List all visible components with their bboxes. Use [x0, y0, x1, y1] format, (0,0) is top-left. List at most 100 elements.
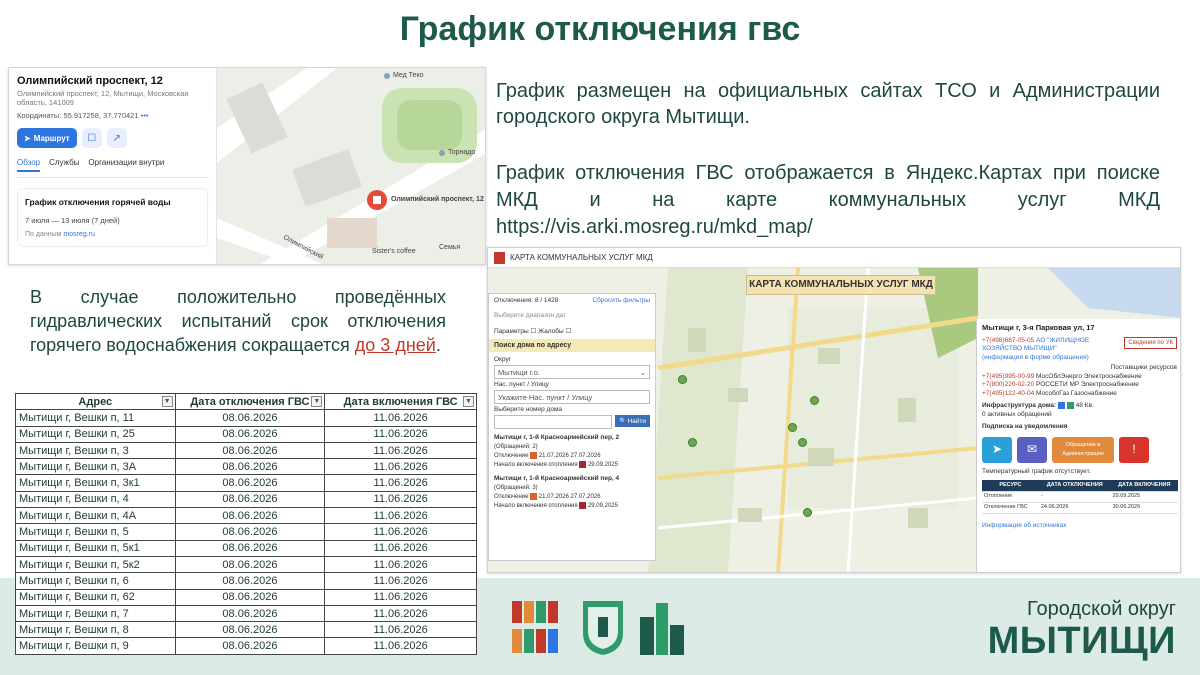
on-date-cell[interactable]: 11.06.2026 — [324, 572, 477, 590]
on-date-cell[interactable]: 11.06.2026 — [324, 539, 477, 557]
house-marker[interactable] — [803, 508, 812, 517]
off-date-cell[interactable]: 08.06.2026 — [174, 425, 326, 443]
address-cell[interactable]: Мытищи г, Вешки п, 4А — [15, 507, 176, 525]
notification-icons: ➤ ✉ Обращение в Администрацию ! — [982, 436, 1177, 463]
address-cell[interactable]: Мытищи г, Вешки п, 4 — [15, 490, 176, 509]
header-off-date[interactable]: Дата отключения ГВС ▼ — [174, 392, 326, 411]
address-cell[interactable]: Мытищи г, Вешки п, 5 — [15, 523, 176, 541]
alert-icon[interactable]: ! — [1119, 436, 1149, 463]
address-cell[interactable]: Мытищи г, Вешки п, 5к1 — [15, 539, 176, 557]
more-icon[interactable]: ••• — [141, 111, 149, 120]
header-on-date[interactable]: Дата включения ГВС ▼ — [324, 392, 477, 411]
locality-input[interactable]: Укажите Нас. пункт / Улицу — [494, 390, 650, 404]
on-date-cell[interactable]: 11.06.2026 — [324, 637, 477, 655]
search-result-2[interactable]: Мытищи г, 1-й Красноармейский пер, 4 (Об… — [494, 474, 650, 511]
telegram-icon[interactable]: ➤ — [982, 436, 1012, 463]
reset-filters-link[interactable]: Сбросить фильтры — [592, 297, 650, 304]
address-cell[interactable]: Мытищи г, Вешки п, 7 — [15, 604, 176, 623]
hot-water-schedule-block: График отключения горячей воды 7 июля — … — [17, 188, 208, 247]
address-cell[interactable]: Мытищи г, Вешки п, 3 — [15, 441, 176, 460]
search-result-1[interactable]: Мытищи г, 1-й Красноармейский пер, 2 (Об… — [494, 433, 650, 470]
find-button[interactable]: 🔍Найти — [615, 415, 650, 427]
date-range-field[interactable]: Выберите диапазон дат — [494, 312, 650, 319]
route-button[interactable]: ➤ Маршрут — [17, 128, 77, 148]
off-date-cell[interactable]: 08.06.2026 — [174, 588, 326, 606]
off-date-cell[interactable]: 08.06.2026 — [174, 523, 326, 541]
address-cell[interactable]: Мытищи г, Вешки п, 5к2 — [15, 555, 176, 574]
off-date-cell[interactable]: 08.06.2026 — [174, 539, 326, 557]
params-checkbox-label[interactable]: Параметры — [494, 328, 529, 335]
uk-link[interactable]: (информация в форме обращения) — [982, 354, 1089, 361]
on-date-cell[interactable]: 11.06.2026 — [324, 425, 477, 443]
off-date-cell[interactable]: 08.06.2026 — [174, 441, 326, 460]
supplier-phone[interactable]: +7(495)122-40-04 — [982, 390, 1034, 397]
address-cell[interactable]: Мытищи г, Вешки п, 11 — [15, 409, 176, 427]
off-date-cell[interactable]: 08.06.2026 — [174, 474, 326, 492]
address-cell[interactable]: Мытищи г, Вешки п, 6 — [15, 572, 176, 590]
off-date-cell[interactable]: 08.06.2026 — [174, 637, 326, 655]
on-date-cell[interactable]: 11.06.2026 — [324, 409, 477, 427]
off-date-cell[interactable]: 08.06.2026 — [174, 621, 326, 639]
map-label-pin: Олимпийский проспект, 12 — [391, 196, 484, 203]
off-date-cell[interactable]: 08.06.2026 — [174, 555, 326, 574]
address-cell[interactable]: Мытищи г, Вешки п, 9 — [15, 637, 176, 655]
locality-label: Нас. пункт / Улицу — [494, 381, 549, 388]
address-cell[interactable]: Мытищи г, Вешки п, 8 — [15, 621, 176, 639]
house-marker[interactable] — [810, 396, 819, 405]
off-date-cell[interactable]: 08.06.2026 — [174, 458, 326, 476]
house-marker[interactable] — [688, 438, 697, 447]
on-date-cell[interactable]: 11.06.2026 — [324, 441, 477, 460]
tab-overview[interactable]: Обзор — [17, 158, 41, 172]
on-date-cell[interactable]: 11.06.2026 — [324, 458, 477, 476]
share-icon[interactable]: ↗ — [106, 128, 127, 148]
house-marker[interactable] — [678, 375, 687, 384]
on-date-cell[interactable]: 11.06.2026 — [324, 621, 477, 639]
table-row: Мытищи г, Вешки п, 3А 08.06.2026 11.06.202… — [15, 458, 477, 476]
schedule-source-link[interactable]: mosreg.ru — [63, 231, 95, 238]
coordinates-value[interactable]: 55.917258, 37.770421 — [63, 111, 138, 120]
schedule-heading: График отключения горячей воды — [25, 197, 171, 207]
yandex-map-view[interactable]: Олимпийский проспект, 12 Мед Теко Торнад… — [217, 68, 485, 264]
district-select[interactable]: Мытищи г.о. ⌄ — [494, 365, 650, 379]
brand-title: МЫТИЩИ — [987, 620, 1176, 662]
header-address[interactable]: Адрес ▼ — [15, 392, 176, 411]
sources-link[interactable]: Информация об источниках — [982, 522, 1177, 531]
admin-request-button[interactable]: Обращение в Администрацию — [1052, 436, 1114, 463]
filter-dropdown-icon[interactable]: ▼ — [311, 396, 323, 407]
address-cell[interactable]: Мытищи г, Вешки п, 62 — [15, 588, 176, 606]
off-date-cell[interactable]: 08.06.2026 — [174, 409, 326, 427]
on-date-cell[interactable]: 11.06.2026 — [324, 490, 477, 509]
house-marker[interactable] — [798, 438, 807, 447]
uk-phone[interactable]: +7(498)687-05-05 — [982, 337, 1034, 344]
supplier-phone[interactable]: +7(495)995-00-99 — [982, 373, 1034, 380]
filter-dropdown-icon[interactable]: ▼ — [161, 396, 173, 407]
off-date-cell[interactable]: 08.06.2026 — [174, 507, 326, 525]
on-date-cell[interactable]: 11.06.2026 — [324, 555, 477, 574]
supplier-phone[interactable]: +7(800)220-02-20 — [982, 381, 1034, 388]
off-date-cell[interactable]: 08.06.2026 — [174, 572, 326, 590]
table-row: Мытищи г, Вешки п, 9 08.06.2026 11.06.2026 — [15, 637, 477, 655]
on-date-cell[interactable]: 11.06.2026 — [324, 588, 477, 606]
complaints-checkbox-label[interactable]: Жалобы — [538, 328, 564, 335]
uk-info-badge[interactable]: Сведения по УК — [1124, 336, 1177, 349]
off-date-cell[interactable]: 08.06.2026 — [174, 604, 326, 623]
filter-dropdown-icon[interactable]: ▼ — [463, 396, 474, 407]
on-date-cell[interactable]: 11.06.2026 — [324, 507, 477, 525]
tab-organizations[interactable]: Организации внутри — [88, 158, 164, 172]
off-date-cell[interactable]: 08.06.2026 — [174, 490, 326, 509]
on-date-cell[interactable]: 11.06.2026 — [324, 604, 477, 623]
result-2-title: Мытищи г, 1-й Красноармейский пер, 4 — [494, 475, 620, 483]
tab-services[interactable]: Службы — [49, 158, 79, 172]
on-date-cell[interactable]: 11.06.2026 — [324, 474, 477, 492]
bookmark-icon[interactable]: ☐ — [81, 128, 102, 148]
filter-top-row: Отключения: 8 / 1428 Сбросить фильтры — [494, 297, 650, 304]
outage-label: Отключение — [494, 494, 529, 501]
supplier-phone-row: +7(800)220-02-20 РОССЕТИ МР Электроснабж… — [982, 381, 1177, 390]
house-input[interactable] — [494, 415, 613, 429]
address-cell[interactable]: Мытищи г, Вешки п, 25 — [15, 425, 176, 443]
on-date-cell[interactable]: 11.06.2026 — [324, 523, 477, 541]
address-cell[interactable]: Мытищи г, Вешки п, 3А — [15, 458, 176, 476]
email-icon[interactable]: ✉ — [1017, 436, 1047, 463]
house-marker[interactable] — [788, 423, 797, 432]
address-cell[interactable]: Мытищи г, Вешки п, 3к1 — [15, 474, 176, 492]
